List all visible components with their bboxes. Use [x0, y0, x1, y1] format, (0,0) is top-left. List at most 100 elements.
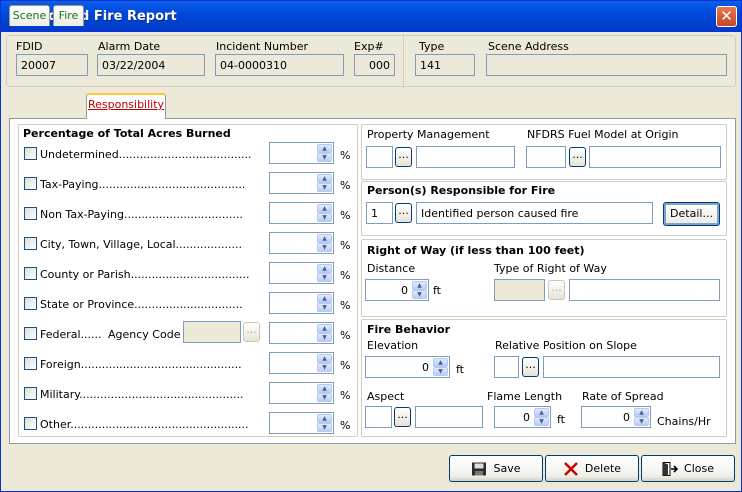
acres-checkbox[interactable]	[24, 147, 37, 160]
spin-down-icon[interactable]: ▼	[433, 367, 448, 376]
slope-position-label: Relative Position on Slope	[495, 339, 637, 352]
acres-burned-title: Percentage of Total Acres Burned	[23, 127, 231, 140]
title-bar[interactable]: Wildland Fire Report ✕	[1, 1, 741, 32]
percent-symbol: %	[340, 209, 351, 222]
acres-checkbox[interactable]	[24, 207, 37, 220]
save-button[interactable]: Save	[449, 455, 543, 482]
spin-down-icon[interactable]: ▼	[317, 333, 332, 342]
spin-up-icon[interactable]: ▲	[317, 324, 332, 333]
acres-checkbox[interactable]	[24, 177, 37, 190]
spin-down-icon[interactable]: ▼	[412, 290, 427, 299]
delete-x-icon	[564, 461, 578, 476]
save-button-label: Save	[493, 462, 521, 475]
aspect-description[interactable]	[415, 406, 483, 428]
distance-unit: ft	[433, 284, 441, 297]
spin-up-icon[interactable]: ▲	[534, 408, 549, 417]
spin-up-icon[interactable]: ▲	[317, 174, 332, 183]
spin-up-icon[interactable]: ▲	[634, 408, 649, 417]
tab-scene[interactable]: Scene	[9, 5, 50, 26]
nfdrs-fuel-model-code-input[interactable]	[526, 146, 566, 168]
spin-up-icon[interactable]: ▲	[317, 204, 332, 213]
spin-down-icon[interactable]: ▼	[317, 153, 332, 162]
detail-button[interactable]: Detail...	[663, 202, 720, 226]
property-management-lookup-button[interactable]: ...	[395, 147, 412, 167]
acres-percent-spinner[interactable]: ▲ ▼	[269, 262, 334, 284]
acres-checkbox[interactable]	[24, 237, 37, 250]
tab-fire[interactable]: Fire	[53, 5, 84, 26]
incident-number-label: Incident Number	[216, 40, 309, 53]
spin-down-icon[interactable]: ▼	[317, 273, 332, 282]
rate-of-spread-spinner[interactable]: 0 ▲ ▼	[581, 406, 651, 428]
rate-of-spread-label: Rate of Spread	[582, 390, 664, 403]
spin-up-icon[interactable]: ▲	[317, 234, 332, 243]
spin-up-icon[interactable]: ▲	[317, 294, 332, 303]
tab-responsibility-label: Responsibility	[87, 98, 165, 111]
window-close-button[interactable]: ✕	[716, 6, 737, 27]
aspect-lookup-button[interactable]: ...	[394, 407, 411, 427]
spin-down-icon[interactable]: ▼	[317, 303, 332, 312]
agency-code-lookup-button: ...	[243, 322, 260, 342]
slope-position-description[interactable]	[543, 356, 720, 378]
spin-down-icon[interactable]: ▼	[317, 393, 332, 402]
spin-down-icon[interactable]: ▼	[317, 213, 332, 222]
acres-label: State or Province.......................…	[40, 298, 243, 311]
property-management-description[interactable]	[416, 146, 515, 168]
acres-percent-spinner[interactable]: ▲ ▼	[269, 142, 334, 164]
percent-symbol: %	[340, 389, 351, 402]
spin-down-icon[interactable]: ▼	[534, 417, 549, 426]
person-responsible-title: Person(s) Responsible for Fire	[367, 184, 556, 197]
acres-percent-spinner[interactable]: ▲ ▼	[269, 382, 334, 404]
elevation-label: Elevation	[367, 339, 419, 352]
acres-percent-spinner[interactable]: ▲ ▼	[269, 232, 334, 254]
spin-up-icon[interactable]: ▲	[412, 281, 427, 290]
right-of-way-type-label: Type of Right of Way	[494, 262, 607, 275]
acres-percent-spinner[interactable]: ▲ ▼	[269, 292, 334, 314]
percent-symbol: %	[340, 239, 351, 252]
spin-up-icon[interactable]: ▲	[317, 144, 332, 153]
slope-position-lookup-button[interactable]: ...	[522, 357, 539, 377]
person-responsible-code-input[interactable]: 1	[366, 202, 393, 224]
property-management-code-input[interactable]	[366, 146, 393, 168]
nfdrs-fuel-model-description[interactable]	[589, 146, 721, 168]
right-of-way-type-description[interactable]	[569, 279, 720, 301]
spin-up-icon[interactable]: ▲	[317, 354, 332, 363]
spin-down-icon[interactable]: ▼	[317, 423, 332, 432]
person-responsible-lookup-button[interactable]: ...	[395, 203, 412, 223]
spin-down-icon[interactable]: ▼	[317, 183, 332, 192]
aspect-code-input[interactable]	[365, 406, 392, 428]
delete-button[interactable]: Delete	[545, 455, 639, 482]
flame-length-spinner[interactable]: 0 ▲ ▼	[494, 406, 551, 428]
acres-percent-spinner[interactable]: ▲ ▼	[269, 322, 334, 344]
spin-up-icon[interactable]: ▲	[317, 264, 332, 273]
acres-checkbox[interactable]	[24, 357, 37, 370]
acres-checkbox[interactable]	[24, 417, 37, 430]
acres-percent-spinner[interactable]: ▲ ▼	[269, 172, 334, 194]
acres-percent-spinner[interactable]: ▲ ▼	[269, 202, 334, 224]
agency-code-label: Agency Code	[108, 328, 181, 341]
spin-down-icon[interactable]: ▼	[317, 363, 332, 372]
acres-percent-spinner[interactable]: ▲ ▼	[269, 412, 334, 434]
acres-checkbox[interactable]	[24, 387, 37, 400]
acres-checkbox[interactable]	[24, 327, 37, 340]
spin-up-icon[interactable]: ▲	[317, 384, 332, 393]
property-management-label: Property Management	[367, 128, 490, 141]
flame-length-label: Flame Length	[487, 390, 563, 403]
acres-percent-spinner[interactable]: ▲ ▼	[269, 352, 334, 374]
close-button[interactable]: Close	[641, 455, 735, 482]
slope-position-code-input[interactable]	[494, 356, 519, 378]
elevation-spinner[interactable]: 0 ▲ ▼	[365, 356, 450, 378]
percent-symbol: %	[340, 329, 351, 342]
person-responsible-description[interactable]: Identified person caused fire	[416, 202, 653, 224]
exp-field: 000	[354, 54, 395, 76]
distance-spinner[interactable]: 0 ▲ ▼	[365, 279, 429, 301]
spin-down-icon[interactable]: ▼	[317, 243, 332, 252]
percent-symbol: %	[340, 149, 351, 162]
tab-responsibility[interactable]: Responsibility	[86, 93, 166, 119]
nfdrs-fuel-model-lookup-button[interactable]: ...	[569, 147, 586, 167]
flame-length-unit: ft	[557, 413, 565, 426]
spin-up-icon[interactable]: ▲	[433, 358, 448, 367]
acres-checkbox[interactable]	[24, 267, 37, 280]
spin-up-icon[interactable]: ▲	[317, 414, 332, 423]
spin-down-icon[interactable]: ▼	[634, 417, 649, 426]
acres-checkbox[interactable]	[24, 297, 37, 310]
